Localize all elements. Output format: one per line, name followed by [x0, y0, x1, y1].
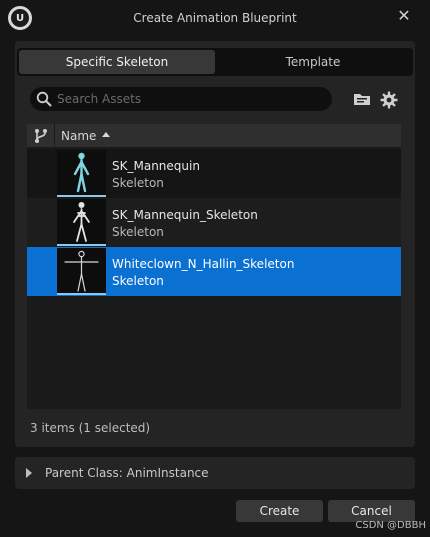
folder-icon	[354, 94, 370, 105]
search-row	[30, 87, 400, 111]
close-button[interactable]: ✕	[394, 6, 414, 26]
list-item[interactable]: SK_Mannequin_Skeleton Skeleton	[27, 198, 401, 247]
skeleton-thumbnail	[57, 248, 106, 295]
settings-button[interactable]	[379, 90, 399, 110]
skeleton-thumbnail	[57, 199, 106, 246]
asset-name: SK_Mannequin_Skeleton	[112, 208, 258, 222]
t-pose-skeleton-icon	[64, 250, 99, 292]
name-column-label: Name	[61, 129, 97, 143]
search-input[interactable]	[57, 87, 327, 111]
chevron-right-icon	[26, 468, 32, 478]
skeleton-thumbnail	[57, 150, 106, 197]
asset-type: Skeleton	[112, 176, 164, 190]
skeleton-picker-panel: Specific Skeleton Template Search Assets…	[15, 41, 415, 447]
dialog-title: Create Animation Blueprint	[133, 11, 297, 25]
create-animation-blueprint-dialog: U Create Animation Blueprint ✕ Specific …	[0, 0, 430, 537]
name-column-header[interactable]: Name	[61, 124, 111, 148]
asset-name: Whiteclown_N_Hallin_Skeleton	[112, 257, 295, 271]
parent-class-label: Parent Class: AnimInstance	[45, 466, 209, 480]
watermark: CSDN @DBBH	[355, 520, 426, 531]
asset-type: Skeleton	[112, 225, 164, 239]
cancel-button[interactable]: Cancel	[328, 500, 415, 522]
search-box[interactable]	[30, 87, 332, 111]
tab-bar: Specific Skeleton Template	[17, 48, 413, 76]
sort-ascending-icon	[102, 132, 111, 137]
parent-class-section[interactable]: Parent Class: AnimInstance	[15, 457, 415, 489]
gear-icon	[380, 91, 398, 109]
create-button[interactable]: Create	[236, 500, 323, 522]
folder-button[interactable]	[352, 90, 372, 108]
list-header: Name	[27, 124, 401, 148]
title-bar[interactable]: U Create Animation Blueprint ✕	[0, 0, 430, 36]
branch-icon	[34, 129, 47, 143]
close-icon: ✕	[397, 6, 411, 25]
tab-template[interactable]: Template	[215, 50, 411, 74]
asset-name: SK_Mannequin	[112, 159, 200, 173]
skeleton-figure-icon	[73, 202, 90, 242]
item-count-status: 3 items (1 selected)	[30, 421, 151, 435]
asset-type: Skeleton	[112, 274, 164, 288]
asset-list[interactable]: Name SK_Mannequin Skeleton SK_Mannequin_…	[27, 124, 401, 409]
mannequin-figure-icon	[73, 152, 90, 193]
list-item[interactable]: SK_Mannequin Skeleton	[27, 149, 401, 198]
list-item-selected[interactable]: Whiteclown_N_Hallin_Skeleton Skeleton	[27, 247, 401, 296]
search-icon	[36, 91, 52, 107]
tab-specific-skeleton[interactable]: Specific Skeleton	[19, 50, 215, 74]
source-filter-button[interactable]	[27, 124, 55, 148]
